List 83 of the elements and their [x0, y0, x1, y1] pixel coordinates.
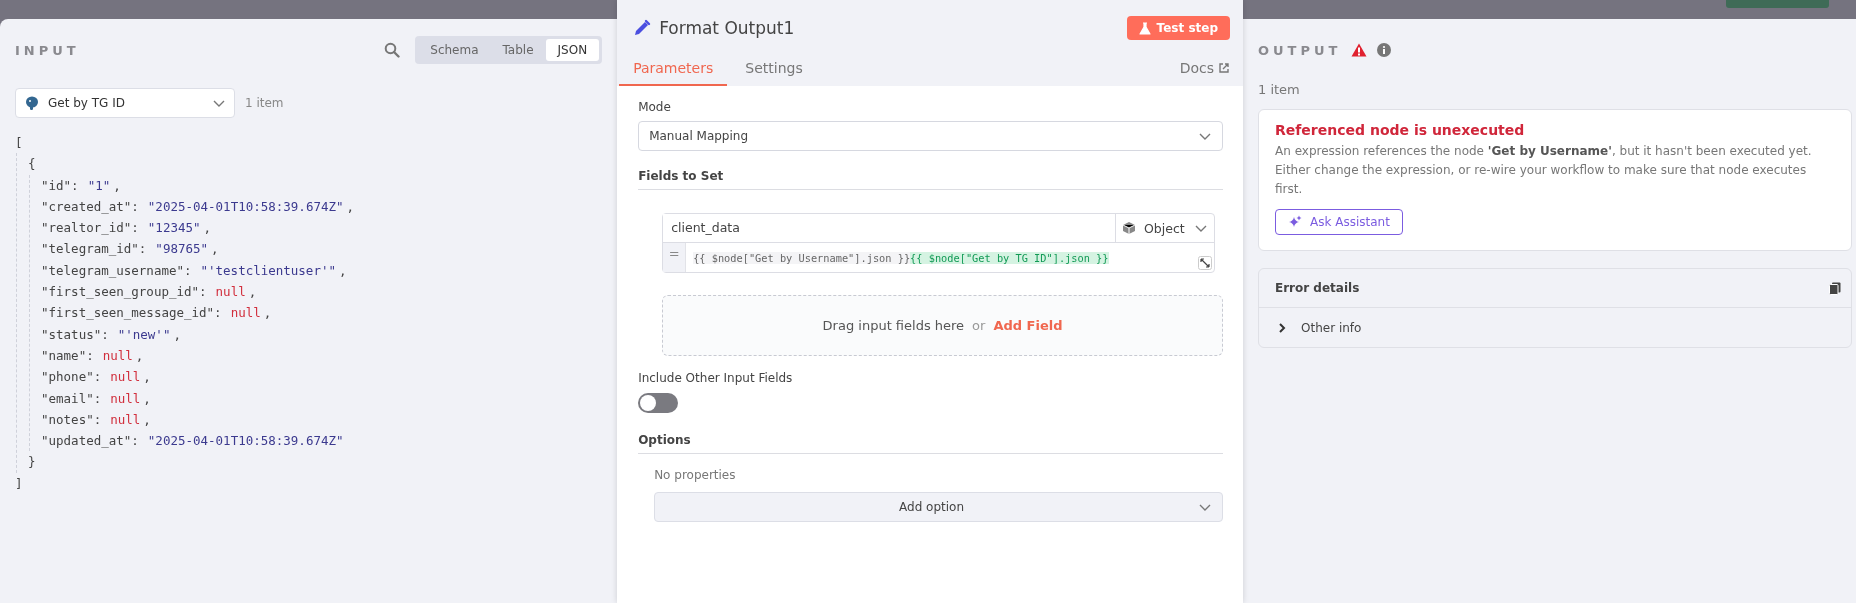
json-comma: , [143, 390, 151, 406]
external-link-icon [1218, 62, 1230, 74]
json-value: "'new'" [117, 326, 171, 342]
json-value: null [230, 305, 261, 321]
json-key: "telegram_id": [41, 241, 147, 257]
json-value: null [110, 411, 141, 427]
json-value: "1" [87, 177, 111, 193]
json-key: "status": [41, 326, 109, 342]
details-row[interactable]: Other info [1259, 308, 1851, 347]
type-dropdown[interactable]: Object [1115, 214, 1214, 242]
cube-icon [1122, 221, 1136, 235]
json-comma: , [211, 241, 219, 257]
json-value: null [110, 369, 141, 385]
json-key: "id": [41, 177, 79, 193]
json-bracket: } [28, 453, 37, 472]
json-comma: , [263, 305, 272, 321]
item-count: 1 item [245, 96, 284, 110]
field-label: Include Other Input Fields [638, 371, 794, 385]
json-bracket: { [28, 155, 37, 174]
json-comma: , [143, 369, 151, 385]
json-value: "2025-04-01T10:58:39.674Z" [147, 198, 344, 214]
json-value: null [215, 284, 246, 300]
json-key: "updated_at": [41, 433, 139, 449]
toggle-switch[interactable] [638, 393, 679, 413]
json-key: "created_at": [41, 198, 139, 214]
ask-assistant-button[interactable]: Ask Assistant [1275, 209, 1403, 235]
json-comma: , [143, 411, 151, 427]
search-icon [384, 42, 401, 58]
section-title: Options [638, 433, 1223, 454]
json-bracket: [ [15, 134, 24, 152]
tab[interactable]: Settings [731, 60, 817, 86]
docs-link[interactable]: Docs [1179, 60, 1230, 86]
json-value: "'testclientuser'" [200, 262, 336, 278]
info-icon [1377, 43, 1392, 57]
warning-icon [1351, 43, 1368, 57]
section-title: Fields to Set [638, 169, 1223, 190]
node-dropdown[interactable]: Get by TG ID [15, 88, 235, 118]
json-key: "email": [41, 390, 102, 406]
copy-icon [1829, 281, 1841, 295]
json-value: "12345" [147, 220, 201, 236]
mode-dropdown[interactable]: Manual Mapping [638, 121, 1223, 151]
add-field-link[interactable]: Add Field [993, 318, 1063, 333]
json-comma: , [113, 177, 121, 193]
expression-field[interactable]: {{ $node["Get by Username"].json }}{{ $node["Get by TG ID"].json }} [686, 243, 1214, 272]
add-option-button[interactable]: Add option [654, 492, 1223, 522]
json-comma: , [339, 262, 347, 278]
json-comma: , [173, 326, 181, 342]
view-tab[interactable]: Table [490, 39, 546, 61]
node-title: Format Output1 [659, 18, 795, 38]
section-title: Error details [1275, 281, 1360, 295]
json-key: "realtor_id": [41, 220, 139, 236]
json-key: "notes": [41, 411, 102, 427]
flask-icon [1138, 21, 1151, 35]
empty-text: No properties [654, 468, 737, 482]
expand-icon [1198, 256, 1212, 270]
json-key: "name": [41, 347, 94, 363]
json-bracket: ] [15, 474, 24, 493]
json-key: "first_seen_message_id": [41, 305, 222, 321]
view-tab[interactable]: Schema [418, 39, 491, 61]
view-tab[interactable]: JSON [545, 39, 600, 61]
json-key: "phone": [41, 369, 102, 385]
error-message: An expression references the node 'Get by Username', but it hasn't been executed yet. Either change the expression, or re-wire your workflow to make sure that node executes first. [1275, 143, 1813, 198]
equals-sign: = [663, 243, 687, 272]
json-key: "first_seen_group_id": [41, 284, 207, 300]
pencil-icon [633, 19, 652, 37]
json-value: null [102, 347, 133, 363]
expression-part: {{ $node["Get by TG ID"].json }} [910, 251, 1109, 264]
item-count: 1 item [1258, 82, 1301, 97]
drop-hint: Drag input fields here [822, 318, 965, 333]
json-key: "telegram_username": [41, 262, 192, 278]
or-text: or [972, 318, 986, 333]
expression-part: {{ $node["Get by Username"].json }} [693, 251, 911, 264]
json-comma: , [135, 347, 144, 363]
json-value: "2025-04-01T10:58:39.674Z" [147, 433, 344, 449]
json-value: null [110, 390, 141, 406]
json-comma: , [346, 198, 355, 214]
json-comma: , [203, 220, 212, 236]
field-label: Mode [638, 100, 672, 114]
json-comma: , [248, 284, 257, 300]
panel-title: OUTPUT [1258, 42, 1342, 58]
json-value: "98765" [155, 241, 209, 257]
error-title: Referenced node is unexecuted [1275, 122, 1526, 138]
panel-title: INPUT [15, 42, 80, 58]
